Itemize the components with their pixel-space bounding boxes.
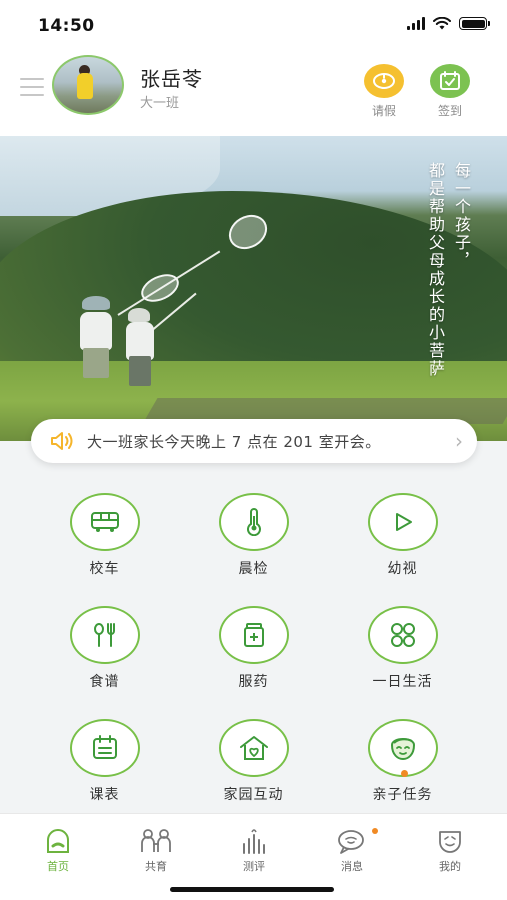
battery-icon [459,17,490,30]
poem-line: 都是帮助父母成长的小菩萨 [426,162,445,378]
announcement-text: 大一班家长今天晚上 7 点在 201 室开会。 [87,432,381,451]
feature-parent-child-task[interactable]: 亲子任务 [328,719,477,804]
bus-icon [69,493,140,551]
feature-bus[interactable]: 校车 [30,493,179,578]
feature-label: 食谱 [89,674,120,690]
home-tab-icon [28,826,88,854]
tab-label: 共育 [145,860,167,873]
leave-request-label: 请假 [371,104,396,118]
assessment-icon [224,826,284,854]
cellular-signal-icon [407,17,425,30]
feature-timetable[interactable]: 课表 [30,719,179,804]
notification-dot [400,770,408,777]
menu-icon[interactable] [20,78,44,96]
user-name: 张岳苓 [140,67,203,91]
timetable-icon [69,719,140,777]
home-heart-icon [218,719,289,777]
banner-poem: 每一个孩子， 都是帮助父母成长的小菩萨 [425,162,471,378]
feature-morning-check[interactable]: 晨检 [179,493,328,578]
clover-icon [367,606,438,664]
feature-home-school[interactable]: 家园互动 [179,719,328,804]
utensils-icon [69,606,140,664]
feature-label: 一日生活 [372,674,433,690]
feature-medicine[interactable]: 服药 [179,606,328,691]
feature-grid-panel: 校车 晨检 幼视 食谱 服药 一日生活 课表 家园互动 亲子任务 [0,441,507,813]
home-indicator [170,887,334,892]
feature-label: 晨检 [238,561,269,577]
message-badge [372,828,378,834]
announcement-bar[interactable]: 大一班家长今天晚上 7 点在 201 室开会。 › [31,419,477,463]
avatar[interactable] [52,55,124,115]
feature-grid: 校车 晨检 幼视 食谱 服药 一日生活 课表 家园互动 亲子任务 [30,493,477,804]
feature-recipe[interactable]: 食谱 [30,606,179,691]
feature-daily-life[interactable]: 一日生活 [328,606,477,691]
tab-co-parenting[interactable]: 共育 [126,826,186,874]
leave-request-icon [364,64,404,98]
play-icon [367,493,438,551]
user-class: 大一班 [140,96,180,111]
feature-label: 校车 [89,561,120,577]
tab-label: 消息 [341,860,363,873]
message-icon [322,826,382,854]
checkin-label: 签到 [437,104,462,118]
tab-assessment[interactable]: 测评 [224,826,284,874]
tab-profile[interactable]: 我的 [420,826,480,874]
tab-label: 我的 [439,860,461,873]
status-icons [407,17,490,30]
tab-label: 首页 [47,860,69,873]
thermometer-icon [218,493,289,551]
child-face-icon [367,719,438,777]
chevron-right-icon: › [455,429,463,453]
feature-label: 家园互动 [223,787,284,803]
tab-home[interactable]: 首页 [28,826,88,874]
profile-header: 张岳苓 大一班 请假 签到 [0,50,507,136]
feature-label: 亲子任务 [372,787,433,803]
feature-label: 服药 [238,674,269,690]
banner-image[interactable]: 每一个孩子， 都是帮助父母成长的小菩萨 [0,136,507,441]
feature-video[interactable]: 幼视 [328,493,477,578]
poem-line: 每一个孩子， [452,162,471,270]
co-parenting-icon [126,826,186,854]
speaker-icon [51,432,73,450]
feature-label: 幼视 [387,561,418,577]
profile-icon [420,826,480,854]
medicine-icon [218,606,289,664]
checkin-button[interactable]: 签到 [428,64,472,119]
tab-messages[interactable]: 消息 [322,826,382,874]
tab-label: 测评 [243,860,265,873]
status-time: 14:50 [38,16,95,36]
status-bar: 14:50 [0,0,507,50]
leave-request-button[interactable]: 请假 [362,64,406,119]
feature-label: 课表 [89,787,120,803]
wifi-icon [433,17,451,30]
calendar-checkin-icon [430,64,470,98]
